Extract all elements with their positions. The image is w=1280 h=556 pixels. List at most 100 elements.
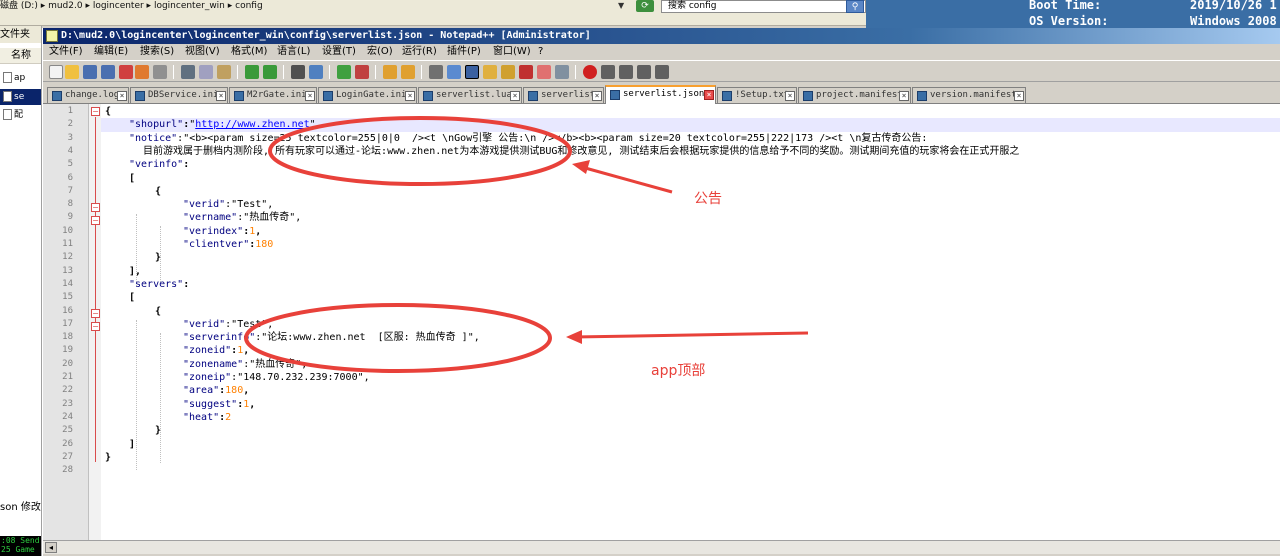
menu-view[interactable]: 视图(V) (183, 44, 222, 60)
close-icon[interactable]: × (1014, 91, 1024, 101)
close-icon[interactable]: × (216, 91, 226, 101)
stop-macro-icon[interactable] (601, 65, 615, 79)
tab-project-manifest[interactable]: project.manifest × (798, 87, 911, 103)
folders-label[interactable]: 文件夹 (0, 26, 41, 43)
menu-language[interactable]: 语言(L) (275, 44, 312, 60)
tab-logingate-ini[interactable]: LoginGate.ini × (318, 87, 417, 103)
tab-change-log[interactable]: change.log × (47, 87, 129, 103)
comma: , (243, 345, 250, 357)
tab-label: M2rGate.ini (247, 90, 307, 100)
udl-icon[interactable] (483, 65, 497, 79)
folder-workspace-icon[interactable] (537, 65, 551, 79)
copy-icon[interactable] (199, 65, 213, 79)
redo-icon[interactable] (263, 65, 277, 79)
fold-toggle-icon[interactable]: − (91, 107, 100, 116)
cut-icon[interactable] (181, 65, 195, 79)
save-all-icon[interactable] (101, 65, 115, 79)
name-column-header[interactable]: 名称 (0, 48, 41, 64)
code-line-11: "clientver":180 (105, 238, 273, 251)
close-icon[interactable]: × (510, 91, 520, 101)
tab-m2rgate-ini[interactable]: M2rGate.ini × (229, 87, 317, 103)
window-title-bar[interactable]: D:\mud2.0\logincenter\logincenter_win\co… (43, 28, 1280, 44)
tab-setup-txt[interactable]: !Setup.txt × (717, 87, 797, 103)
new-file-icon[interactable] (49, 65, 63, 79)
menu-file[interactable]: 文件(F) (47, 44, 85, 60)
record-macro-icon[interactable] (583, 65, 597, 79)
line-number: 15 (62, 292, 73, 303)
tab-serverlist-json[interactable]: serverlist.json × (605, 85, 716, 104)
tab-version-manifest[interactable]: version.manifest × (912, 87, 1026, 103)
file-list-item-selected[interactable]: se (0, 89, 41, 105)
tab-dbservice-ini[interactable]: DBService.ini × (130, 87, 228, 103)
sync-scroll-icon[interactable] (383, 65, 397, 79)
monitor-icon[interactable] (555, 65, 569, 79)
menu-macro[interactable]: 宏(O) (365, 44, 395, 60)
play-macro-icon[interactable] (619, 65, 633, 79)
indent-guide-icon[interactable] (465, 65, 479, 79)
menu-settings[interactable]: 设置(T) (320, 44, 358, 60)
close-icon[interactable]: × (592, 91, 602, 101)
doc-map-icon[interactable] (501, 65, 515, 79)
close-all-icon[interactable] (135, 65, 149, 79)
shopurl-link[interactable]: http://www.zhen.net (195, 119, 309, 130)
tab-serverlist-lua[interactable]: serverlist.lua × (418, 87, 522, 103)
print-icon[interactable] (153, 65, 167, 79)
save-icon[interactable] (83, 65, 97, 79)
close-icon[interactable]: × (117, 91, 127, 101)
refresh-icon[interactable]: ⟳ (636, 0, 654, 12)
find-icon[interactable] (291, 65, 305, 79)
line-number: 10 (62, 225, 73, 236)
code-line-13: ], (105, 265, 141, 278)
json-key: "verid" (183, 318, 226, 330)
zoom-out-icon[interactable] (355, 65, 369, 79)
tab-serverlist[interactable]: serverlist × (523, 87, 604, 103)
explorer-search-input[interactable]: 搜索 config (661, 0, 866, 13)
close-icon[interactable]: × (305, 91, 315, 101)
menu-edit[interactable]: 编辑(E) (92, 44, 130, 60)
close-icon[interactable]: × (704, 90, 714, 100)
scroll-left-icon[interactable]: ◂ (45, 542, 57, 553)
tab-label: DBService.ini (148, 90, 219, 100)
word-wrap-icon[interactable] (429, 65, 443, 79)
save-macro-icon[interactable] (655, 65, 669, 79)
menu-search[interactable]: 搜索(S) (138, 44, 176, 60)
file-list-item[interactable]: ap (0, 70, 41, 86)
close-icon[interactable]: × (405, 91, 415, 101)
function-list-icon[interactable] (519, 65, 533, 79)
close-icon[interactable]: × (899, 91, 909, 101)
fold-toggle-icon[interactable]: − (91, 216, 100, 225)
menu-help[interactable]: ? (536, 44, 545, 60)
zoom-in-icon[interactable] (337, 65, 351, 79)
explorer-breadcrumb[interactable]: 磁盘 (D:) ▸ mud2.0 ▸ logincenter ▸ logince… (0, 0, 263, 12)
run-macro-multiple-icon[interactable] (637, 65, 651, 79)
notice-annotation-label: 公告 (694, 191, 722, 207)
sync-horizontal-icon[interactable] (401, 65, 415, 79)
show-all-chars-icon[interactable] (447, 65, 461, 79)
chevron-down-icon[interactable]: ▼ (618, 1, 624, 10)
menu-window[interactable]: 窗口(W) (491, 44, 533, 60)
fold-toggle-icon[interactable]: − (91, 309, 100, 318)
menu-run[interactable]: 运行(R) (400, 44, 439, 60)
explorer-sidebar: 文件夹 名称 ap se 配 son 修改 :08 Send 25 Game (0, 26, 42, 556)
file-list-item[interactable]: 配 (0, 107, 41, 123)
menu-format[interactable]: 格式(M) (229, 44, 269, 60)
search-icon[interactable]: ⚲ (846, 0, 864, 13)
notepad-plus-plus-window: D:\mud2.0\logincenter\logincenter_win\co… (42, 28, 1280, 556)
close-file-icon[interactable] (119, 65, 133, 79)
open-file-icon[interactable] (65, 65, 79, 79)
line-number: 3 (67, 132, 73, 143)
code-line-2: "shopurl":"http://www.zhen.net", (105, 118, 322, 131)
paste-icon[interactable] (217, 65, 231, 79)
replace-icon[interactable] (309, 65, 323, 79)
fold-toggle-icon[interactable]: − (91, 203, 100, 212)
horizontal-scrollbar[interactable]: ◂ (43, 540, 1280, 554)
close-icon[interactable]: × (785, 91, 795, 101)
json-key: "verindex" (183, 225, 244, 237)
json-key: "area" (183, 385, 220, 397)
code-editor[interactable]: − − − − − 1 2 3 4 5 6 7 8 9 10 11 12 13 14 15 16 17 18 19 2… (43, 104, 1280, 540)
undo-icon[interactable] (245, 65, 259, 79)
code-line-10: "verindex":1, (105, 225, 261, 238)
json-number: 2 (225, 411, 232, 423)
menu-plugins[interactable]: 插件(P) (445, 44, 483, 60)
fold-toggle-icon[interactable]: − (91, 322, 100, 331)
